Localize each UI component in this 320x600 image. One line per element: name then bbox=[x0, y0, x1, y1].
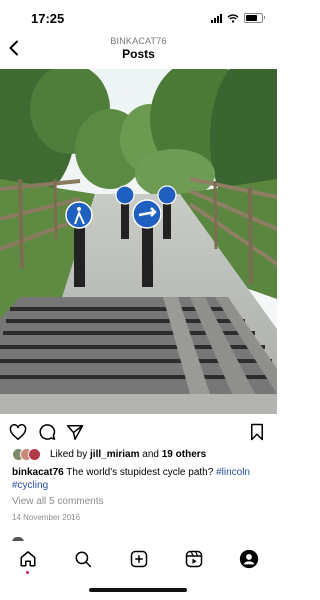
liker-username[interactable]: jill_miriam bbox=[90, 449, 139, 460]
comment-icon bbox=[39, 424, 56, 440]
share-button[interactable] bbox=[65, 422, 85, 442]
bookmark-icon bbox=[251, 423, 263, 441]
post-actions bbox=[0, 420, 277, 444]
avatar bbox=[28, 448, 41, 461]
search-icon bbox=[75, 551, 92, 568]
reels-icon bbox=[185, 550, 203, 568]
post-date: 14 November 2016 bbox=[12, 513, 81, 522]
likes-row[interactable]: Liked by jill_miriam and 19 others bbox=[12, 447, 206, 461]
post-photo[interactable] bbox=[0, 69, 277, 414]
bookmark-button[interactable] bbox=[247, 422, 267, 442]
status-time: 17:25 bbox=[31, 11, 65, 26]
wifi-icon bbox=[227, 13, 239, 23]
caption-author[interactable]: binkacat76 bbox=[12, 467, 64, 478]
comment-button[interactable] bbox=[37, 422, 57, 442]
likes-prefix: Liked by bbox=[50, 448, 88, 460]
hashtag-link[interactable]: #cycling bbox=[12, 480, 48, 491]
profile-username[interactable]: BINKACAT76 bbox=[0, 36, 277, 46]
tab-create[interactable] bbox=[128, 548, 150, 570]
tab-reels[interactable] bbox=[183, 548, 205, 570]
home-icon bbox=[20, 551, 36, 567]
hashtag-link[interactable]: #lincoln bbox=[216, 467, 250, 478]
create-icon bbox=[130, 550, 148, 568]
profile-icon bbox=[239, 549, 259, 569]
battery-icon bbox=[244, 13, 265, 23]
home-indicator[interactable] bbox=[89, 588, 187, 592]
nav-header: BINKACAT76 Posts bbox=[0, 34, 277, 64]
tab-home[interactable] bbox=[17, 548, 39, 570]
view-comments-link[interactable]: View all 5 comments bbox=[12, 496, 104, 507]
post-photo-image bbox=[0, 69, 277, 414]
caption-text: The world's stupidest cycle path? bbox=[63, 467, 217, 478]
post-caption: binkacat76 The world's stupidest cycle p… bbox=[12, 466, 270, 492]
likes-middle: and bbox=[142, 448, 159, 460]
cellular-signal-icon bbox=[211, 13, 222, 23]
status-bar: 17:25 bbox=[0, 0, 277, 36]
share-icon bbox=[66, 424, 84, 440]
notification-dot bbox=[26, 571, 29, 574]
page-title: Posts bbox=[122, 47, 155, 61]
like-button[interactable] bbox=[8, 422, 28, 442]
likes-others[interactable]: 19 others bbox=[162, 449, 206, 460]
tab-search[interactable] bbox=[72, 548, 94, 570]
tab-profile[interactable] bbox=[238, 548, 260, 570]
status-icons bbox=[211, 13, 265, 23]
bottom-tab-bar bbox=[0, 541, 277, 579]
heart-icon bbox=[9, 423, 27, 440]
liker-avatars bbox=[12, 448, 46, 461]
